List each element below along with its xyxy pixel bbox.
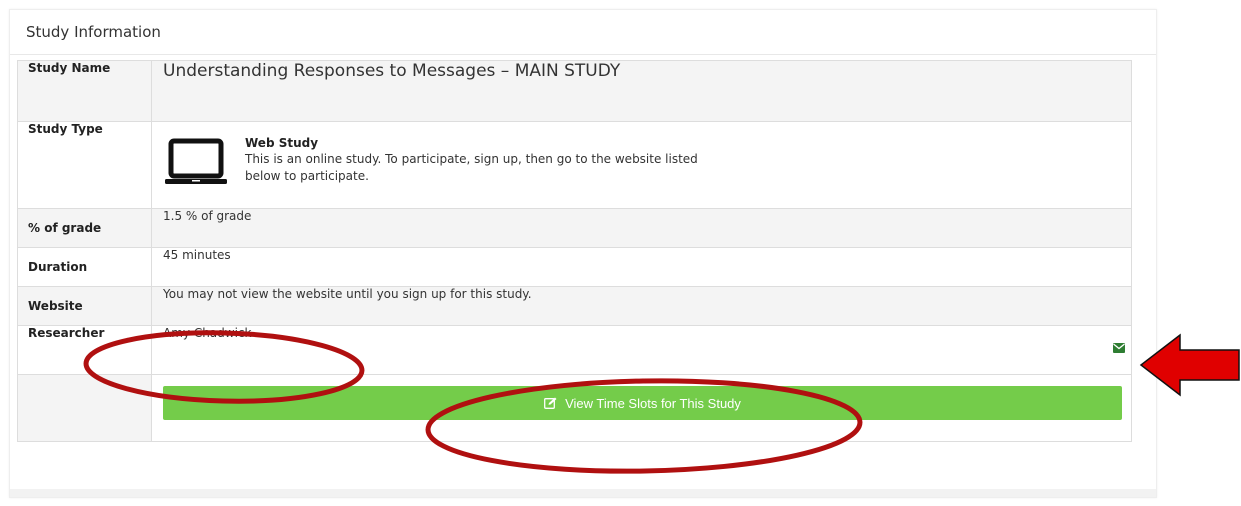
study-type-value: Web Study This is an online study. To pa…: [151, 121, 1132, 209]
duration-row: Duration 45 minutes: [17, 247, 1132, 287]
envelope-icon[interactable]: [1113, 343, 1125, 353]
study-name-row: Study Name Understanding Responses to Me…: [17, 60, 1132, 122]
study-type-content: Web Study This is an online study. To pa…: [163, 122, 1131, 188]
duration-label: Duration: [17, 247, 152, 287]
website-value: You may not view the website until you s…: [151, 286, 1132, 326]
grade-value: 1.5 % of grade: [151, 208, 1132, 248]
researcher-row: Researcher Amy Chadwick: [17, 325, 1132, 375]
study-name-label: Study Name: [17, 60, 152, 122]
grade-label: % of grade: [17, 208, 152, 248]
actions-cell: View Time Slots for This Study: [151, 374, 1132, 442]
laptop-icon: [165, 138, 227, 184]
study-type-row: Study Type Web Study This is an online s…: [17, 121, 1132, 209]
study-type-label: Study Type: [17, 121, 152, 209]
study-type-text: Web Study This is an online study. To pa…: [245, 136, 705, 185]
view-time-slots-button[interactable]: View Time Slots for This Study: [163, 386, 1122, 420]
panel-heading: Study Information: [10, 10, 1156, 55]
website-label: Website: [17, 286, 152, 326]
study-name-value: Understanding Responses to Messages – MA…: [151, 60, 1132, 122]
page: Study Information Study Name Understandi…: [0, 0, 1241, 506]
duration-value: 45 minutes: [151, 247, 1132, 287]
study-type-title: Web Study: [245, 136, 319, 150]
view-time-slots-label: View Time Slots for This Study: [565, 395, 741, 411]
actions-empty-cell: [17, 374, 152, 442]
researcher-value-cell: Amy Chadwick: [151, 325, 1132, 375]
panel-footer: [10, 489, 1156, 497]
edit-icon: [544, 397, 557, 409]
study-type-description: This is an online study. To participate,…: [245, 152, 698, 183]
researcher-label: Researcher: [17, 325, 152, 375]
grade-row: % of grade 1.5 % of grade: [17, 208, 1132, 248]
researcher-name: Amy Chadwick: [163, 326, 252, 340]
study-info-table: Study Name Understanding Responses to Me…: [17, 60, 1132, 442]
actions-row: View Time Slots for This Study: [17, 374, 1132, 442]
website-row: Website You may not view the website unt…: [17, 286, 1132, 326]
